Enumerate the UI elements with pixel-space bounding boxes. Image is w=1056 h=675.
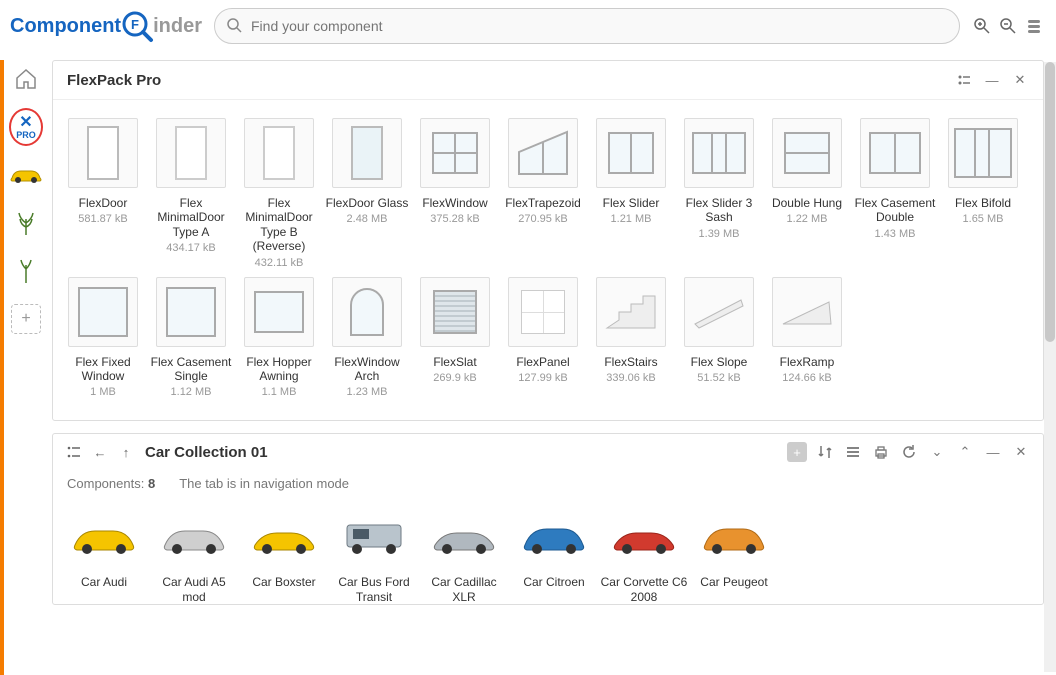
header: Component F inder bbox=[0, 0, 1056, 54]
panel-flexpack-header: FlexPack Pro — ✕ bbox=[53, 61, 1043, 100]
component-card[interactable]: FlexPanel127.99 kB bbox=[499, 273, 587, 403]
car-card[interactable]: Car Bus Ford Transit bbox=[329, 509, 419, 604]
component-card[interactable]: Flex Fixed Window1 MB bbox=[59, 273, 147, 403]
car-card[interactable]: Car Cadillac XLR bbox=[419, 509, 509, 604]
logo-text-2: inder bbox=[153, 15, 202, 38]
accent-bar bbox=[0, 60, 4, 675]
header-tools bbox=[972, 16, 1044, 36]
car-card[interactable]: Car Boxster bbox=[239, 509, 329, 604]
menu-icon[interactable] bbox=[843, 442, 863, 462]
component-card[interactable]: FlexWindow375.28 kB bbox=[411, 114, 499, 273]
component-card[interactable]: Flex MinimalDoor Type B (Reverse)432.11 … bbox=[235, 114, 323, 273]
component-card[interactable]: Flex MinimalDoor Type A434.17 kB bbox=[147, 114, 235, 273]
sort-icon[interactable] bbox=[815, 442, 835, 462]
close-icon[interactable]: ✕ bbox=[1011, 442, 1031, 462]
sidebar-car-collection[interactable] bbox=[9, 158, 43, 192]
panel-cars-subheader: Components: 8 The tab is in navigation m… bbox=[53, 470, 1043, 501]
car-card[interactable]: Car Citroen bbox=[509, 509, 599, 604]
panel-cars: ← ↑ Car Collection 01 + ⌄ ⌃ — ✕ Componen… bbox=[52, 433, 1044, 605]
components-count: 8 bbox=[148, 476, 155, 491]
component-card[interactable]: FlexSlat269.9 kB bbox=[411, 273, 499, 403]
chevron-down-icon[interactable]: ⌄ bbox=[927, 442, 947, 462]
options-icon[interactable] bbox=[955, 71, 973, 89]
settings-icon[interactable] bbox=[1024, 16, 1044, 36]
panel-cars-title: Car Collection 01 bbox=[145, 444, 777, 461]
components-label: Components: bbox=[67, 476, 144, 491]
sidebar-pro-badge[interactable]: ✕ PRO bbox=[9, 110, 43, 144]
cars-grid: Car Audi Car Audi A5 mod Car Boxster Car… bbox=[53, 501, 1043, 604]
sidebar: ✕ PRO + bbox=[6, 62, 46, 336]
logo[interactable]: Component F inder bbox=[10, 8, 202, 44]
flexpack-grid: FlexDoor581.87 kB Flex MinimalDoor Type … bbox=[53, 100, 1043, 420]
scrollbar[interactable] bbox=[1044, 62, 1056, 672]
mode-text: The tab is in navigation mode bbox=[179, 476, 349, 491]
search-wrap bbox=[214, 8, 960, 44]
car-card[interactable]: Car Corvette C6 2008 bbox=[599, 509, 689, 604]
scroll-thumb[interactable] bbox=[1045, 62, 1055, 342]
list-icon[interactable] bbox=[65, 443, 83, 461]
minimize-icon[interactable]: — bbox=[983, 71, 1001, 89]
svg-text:F: F bbox=[131, 17, 139, 32]
component-card[interactable]: FlexTrapezoid270.95 kB bbox=[499, 114, 587, 273]
panel-cars-header: ← ↑ Car Collection 01 + ⌄ ⌃ — ✕ bbox=[53, 434, 1043, 470]
main: FlexPack Pro — ✕ FlexDoor581.87 kB Flex … bbox=[52, 60, 1044, 675]
panel-flexpack-title: FlexPack Pro bbox=[67, 72, 955, 89]
car-card[interactable]: Car Audi A5 mod bbox=[149, 509, 239, 604]
refresh-icon[interactable] bbox=[899, 442, 919, 462]
component-card[interactable]: Double Hung1.22 MB bbox=[763, 114, 851, 273]
component-card[interactable]: Flex Slider1.21 MB bbox=[587, 114, 675, 273]
pro-label: PRO bbox=[16, 131, 36, 140]
pro-x-icon: ✕ bbox=[19, 115, 32, 131]
component-card[interactable]: FlexWindow Arch1.23 MB bbox=[323, 273, 411, 403]
magnifier-icon: F bbox=[119, 8, 155, 44]
component-card[interactable]: Flex Slope51.52 kB bbox=[675, 273, 763, 403]
component-card[interactable]: Flex Hopper Awning1.1 MB bbox=[235, 273, 323, 403]
car-card[interactable]: Car Peugeot bbox=[689, 509, 779, 604]
zoom-in-icon[interactable] bbox=[972, 16, 992, 36]
search-icon bbox=[226, 17, 242, 36]
component-card[interactable]: Flex Casement Double1.43 MB bbox=[851, 114, 939, 273]
print-icon[interactable] bbox=[871, 442, 891, 462]
zoom-out-icon[interactable] bbox=[998, 16, 1018, 36]
close-icon[interactable]: ✕ bbox=[1011, 71, 1029, 89]
search-input[interactable] bbox=[214, 8, 960, 44]
panel-flexpack: FlexPack Pro — ✕ FlexDoor581.87 kB Flex … bbox=[52, 60, 1044, 421]
back-icon[interactable]: ← bbox=[91, 443, 109, 461]
up-icon[interactable]: ↑ bbox=[117, 443, 135, 461]
component-card[interactable]: FlexDoor581.87 kB bbox=[59, 114, 147, 273]
sidebar-plant-1[interactable] bbox=[9, 206, 43, 240]
add-button[interactable]: + bbox=[787, 442, 807, 462]
car-card[interactable]: Car Audi bbox=[59, 509, 149, 604]
logo-text-1: Component bbox=[10, 15, 121, 38]
sidebar-add[interactable]: + bbox=[9, 302, 43, 336]
chevron-up-icon[interactable]: ⌃ bbox=[955, 442, 975, 462]
minimize-icon[interactable]: — bbox=[983, 442, 1003, 462]
sidebar-home[interactable] bbox=[9, 62, 43, 96]
component-card[interactable]: Flex Bifold1.65 MB bbox=[939, 114, 1027, 273]
component-card[interactable]: FlexStairs339.06 kB bbox=[587, 273, 675, 403]
component-card[interactable]: Flex Casement Single1.12 MB bbox=[147, 273, 235, 403]
component-card[interactable]: Flex Slider 3 Sash1.39 MB bbox=[675, 114, 763, 273]
sidebar-plant-2[interactable] bbox=[9, 254, 43, 288]
component-card[interactable]: FlexDoor Glass2.48 MB bbox=[323, 114, 411, 273]
component-card[interactable]: FlexRamp124.66 kB bbox=[763, 273, 851, 403]
